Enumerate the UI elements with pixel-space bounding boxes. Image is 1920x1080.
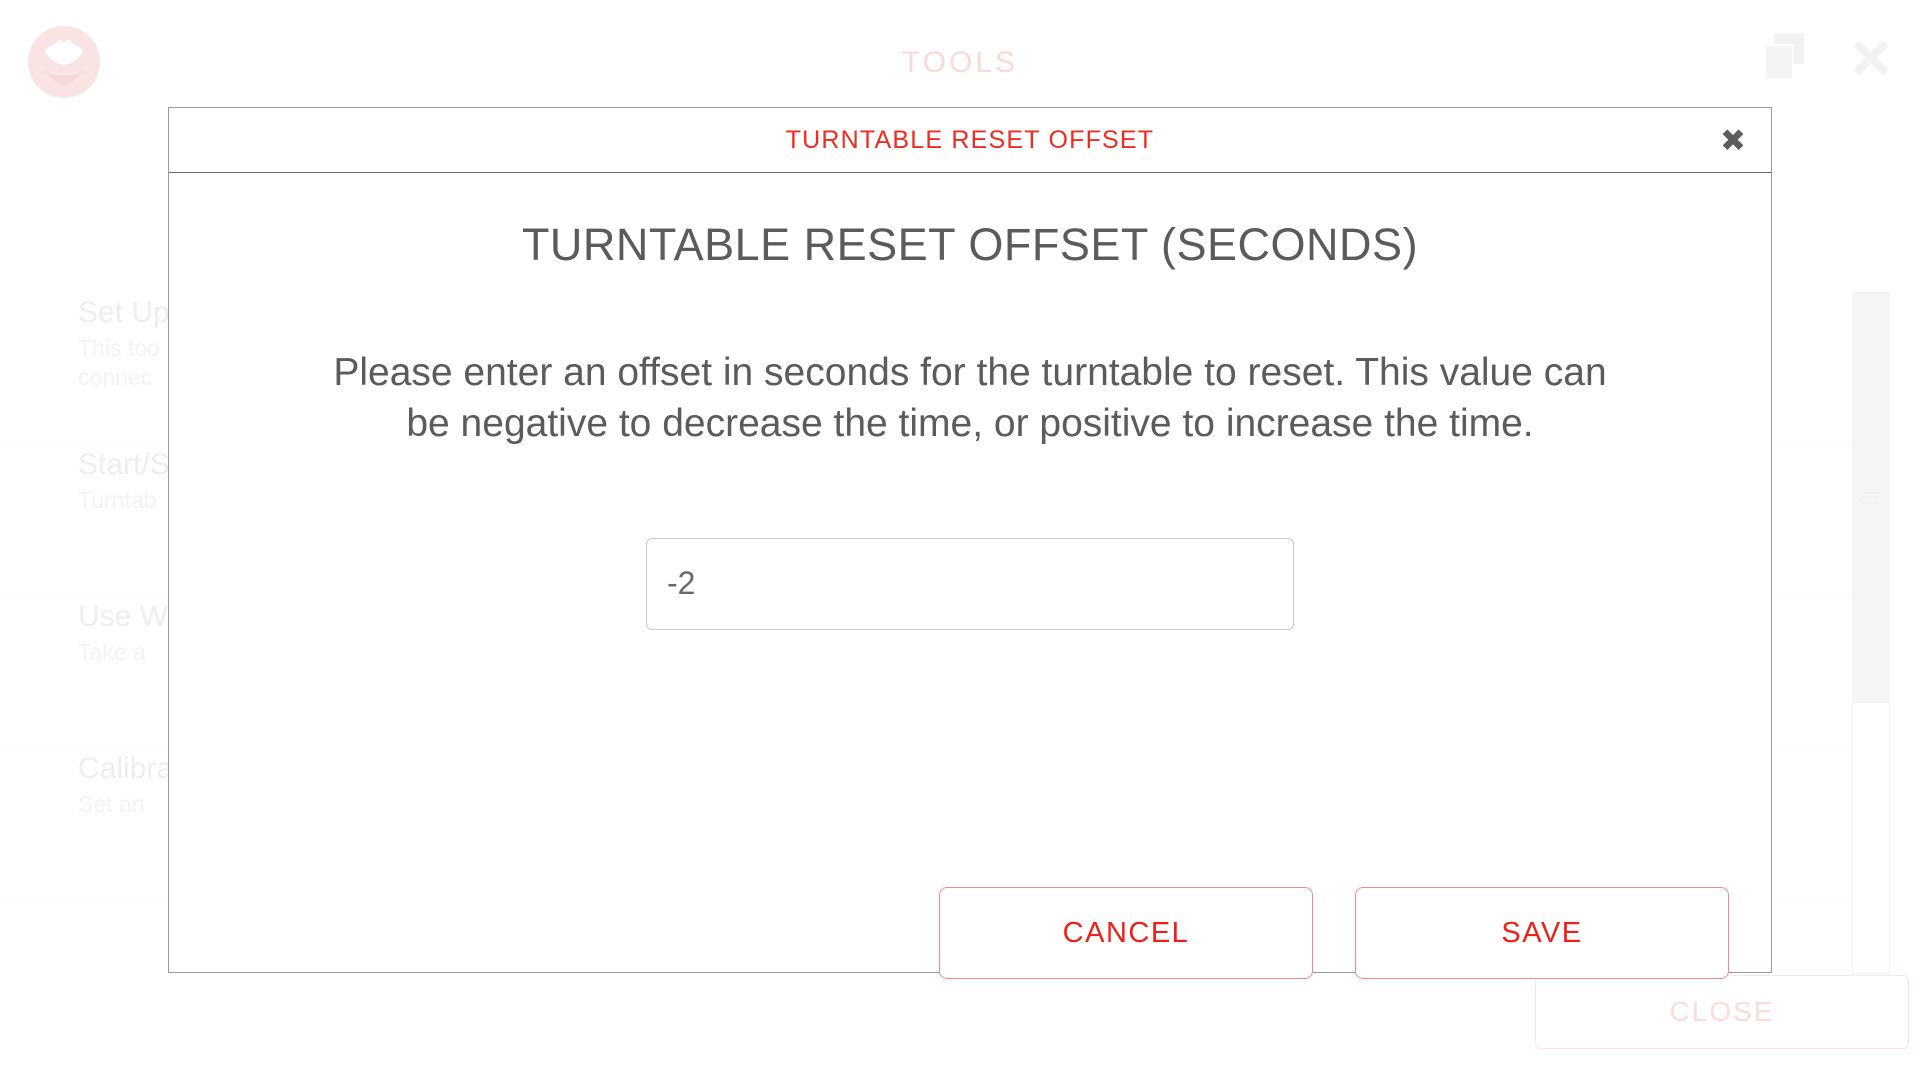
app-root: TOOLS Set Up This too connec Start/S Tur… bbox=[0, 0, 1920, 1080]
vertical-scrollbar[interactable] bbox=[1852, 292, 1890, 974]
offset-input[interactable] bbox=[646, 538, 1294, 630]
dialog-description: Please enter an offset in seconds for th… bbox=[330, 347, 1610, 450]
dialog-close-icon[interactable]: ✖ bbox=[1713, 120, 1753, 160]
restore-window-icon[interactable] bbox=[1764, 34, 1810, 80]
window-controls bbox=[1764, 34, 1894, 80]
close-window-icon[interactable] bbox=[1848, 34, 1894, 80]
dialog-header-title: TURNTABLE RESET OFFSET bbox=[786, 126, 1155, 155]
save-button[interactable]: SAVE bbox=[1355, 887, 1729, 979]
dialog-body: TURNTABLE RESET OFFSET (SECONDS) Please … bbox=[169, 219, 1771, 1019]
dialog-actions: CANCEL SAVE bbox=[169, 887, 1771, 979]
offset-input-wrapper bbox=[646, 538, 1294, 630]
scrollbar-thumb[interactable] bbox=[1853, 293, 1889, 703]
turntable-reset-offset-dialog: TURNTABLE RESET OFFSET ✖ TURNTABLE RESET… bbox=[168, 107, 1772, 973]
scrollbar-grip-icon bbox=[1863, 493, 1879, 504]
cancel-button[interactable]: CANCEL bbox=[939, 887, 1313, 979]
restore-square-front bbox=[1764, 44, 1794, 80]
page-title: TOOLS bbox=[0, 46, 1920, 80]
dialog-title: TURNTABLE RESET OFFSET (SECONDS) bbox=[169, 219, 1771, 271]
dialog-header: TURNTABLE RESET OFFSET ✖ bbox=[169, 108, 1771, 173]
